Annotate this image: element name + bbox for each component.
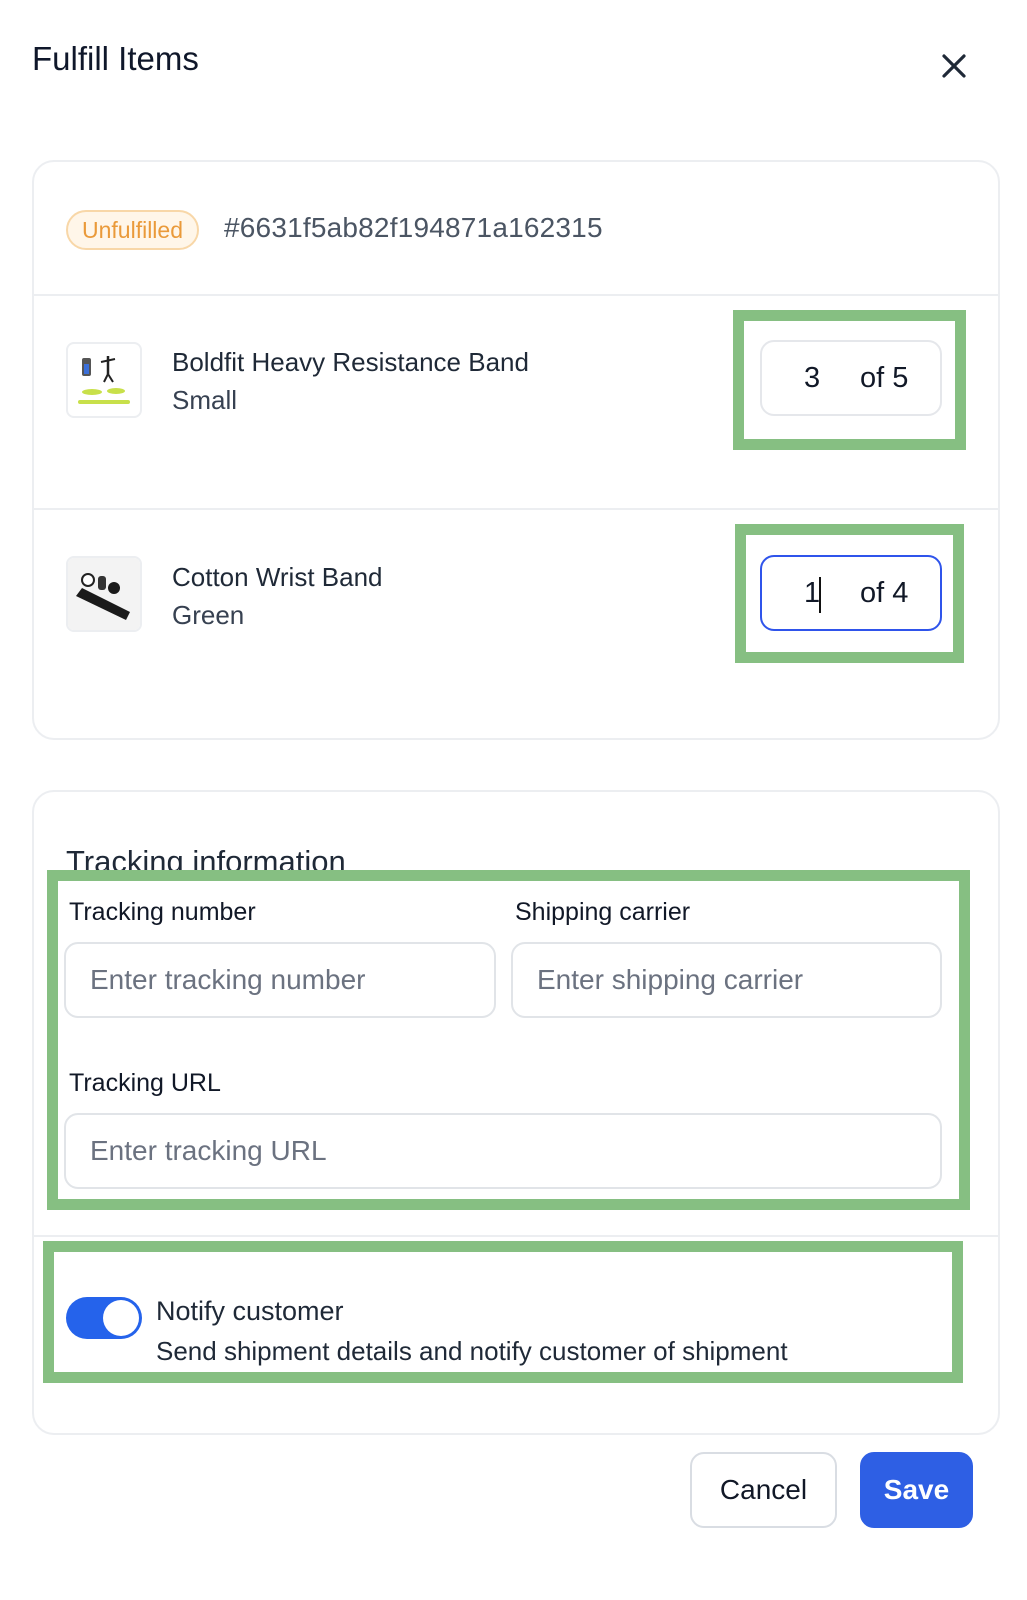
shipping-carrier-input[interactable] [511, 942, 942, 1018]
wrist-band-image [66, 556, 142, 632]
close-icon[interactable] [940, 52, 968, 80]
tracking-url-label: Tracking URL [69, 1069, 221, 1097]
notify-title: Notify customer [156, 1296, 344, 1326]
tracking-card: Tracking information Tracking number Shi… [32, 790, 1000, 1435]
quantity-total: of 5 [860, 362, 909, 394]
divider [34, 1235, 998, 1237]
tracking-number-label: Tracking number [69, 898, 256, 926]
quantity-value: 1 [804, 577, 821, 609]
items-card: Unfulfilled #6631f5ab82f194871a162315 Bo… [32, 160, 1000, 740]
order-id: #6631f5ab82f194871a162315 [224, 212, 603, 243]
resistance-band-image [66, 342, 142, 418]
quantity-input[interactable]: 3 of 5 [760, 340, 942, 416]
save-button[interactable]: Save [860, 1452, 973, 1528]
divider [34, 508, 998, 510]
notify-description: Send shipment details and notify custome… [156, 1336, 788, 1366]
dialog-title: Fulfill Items [32, 40, 199, 77]
quantity-value: 3 [804, 362, 821, 394]
toggle-knob [103, 1300, 139, 1336]
fulfill-items-dialog: Fulfill Items Unfulfilled #6631f5ab82f19… [0, 0, 1027, 1600]
shipping-carrier-label: Shipping carrier [515, 898, 691, 926]
notify-toggle[interactable] [66, 1297, 142, 1339]
cancel-button[interactable]: Cancel [690, 1452, 837, 1528]
item-name: Cotton Wrist Band [172, 562, 383, 592]
text-cursor [819, 577, 821, 613]
item-variant: Small [172, 385, 238, 415]
quantity-total: of 4 [860, 577, 909, 609]
tracking-number-input[interactable] [64, 942, 496, 1018]
item-name: Boldfit Heavy Resistance Band [172, 347, 529, 377]
tracking-url-input[interactable] [64, 1113, 942, 1189]
status-badge: Unfulfilled [66, 210, 199, 250]
item-variant: Green [172, 600, 245, 630]
quantity-input[interactable]: 1 of 4 [760, 555, 942, 631]
divider [34, 294, 998, 296]
